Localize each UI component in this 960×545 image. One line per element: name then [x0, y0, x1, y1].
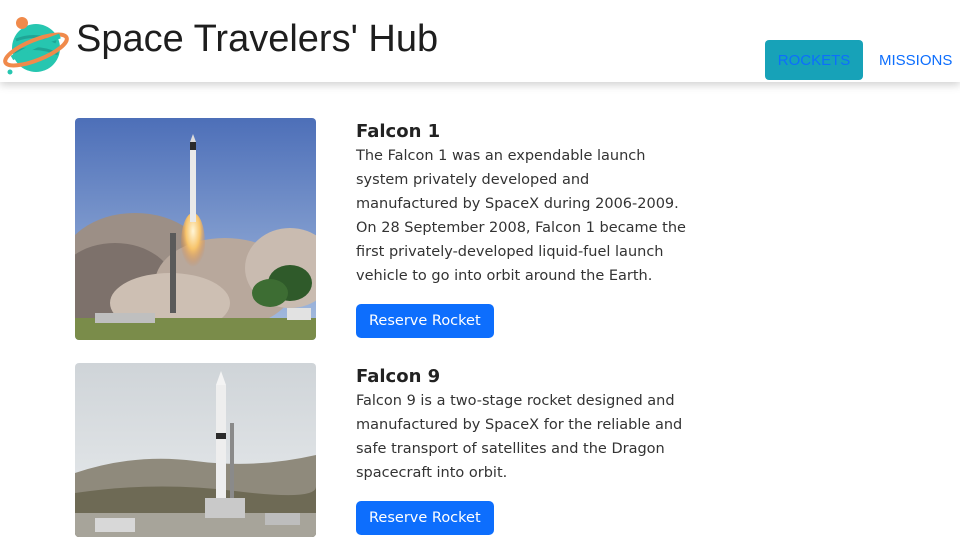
rocket-info: Falcon 9 Falcon 9 is a two-stage rocket … — [356, 363, 686, 535]
app-header: Space Travelers' Hub ROCKETS MISSIONS — [0, 0, 960, 82]
rocket-image — [75, 363, 316, 537]
rocket-description: The Falcon 1 was an expendable launch sy… — [356, 148, 686, 284]
rocket-card: Falcon 9 Falcon 9 is a two-stage rocket … — [75, 363, 695, 537]
rocket-image — [75, 118, 316, 340]
reserve-rocket-button[interactable]: Reserve Rocket — [356, 304, 494, 338]
app-title: Space Travelers' Hub — [76, 18, 439, 60]
nav-link-rockets[interactable]: ROCKETS — [765, 40, 863, 80]
rocket-card: Falcon 1 The Falcon 1 was an expendable … — [75, 118, 695, 340]
reserve-rocket-button[interactable]: Reserve Rocket — [356, 501, 494, 535]
nav-link-missions[interactable]: MISSIONS — [879, 40, 952, 80]
rocket-info: Falcon 1 The Falcon 1 was an expendable … — [356, 118, 686, 338]
rocket-name: Falcon 9 — [356, 366, 441, 387]
planet-logo-icon — [3, 17, 69, 75]
rocket-description: Falcon 9 is a two-stage rocket designed … — [356, 393, 683, 481]
rocket-name: Falcon 1 — [356, 121, 441, 142]
